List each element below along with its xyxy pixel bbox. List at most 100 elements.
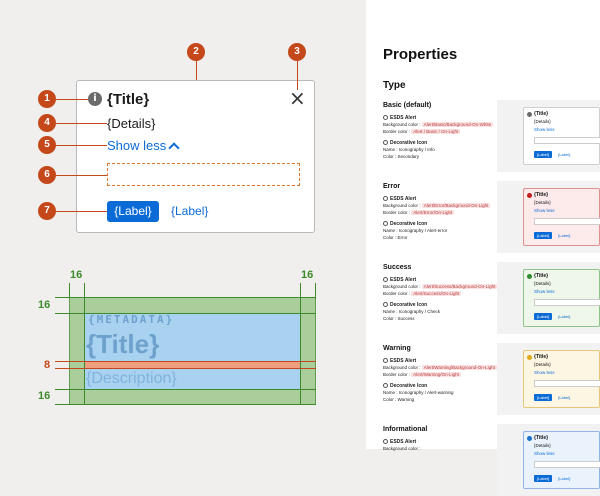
property-label: Border color : bbox=[383, 210, 411, 215]
alert-preview: {Title} {Details} Show less {Label} {Label} bbox=[523, 188, 600, 246]
property-label: Name : Iconography / Info bbox=[383, 147, 435, 152]
spacing-label-gap: 8 bbox=[44, 359, 51, 371]
marker-5: 5 bbox=[38, 136, 56, 154]
close-icon[interactable]: × bbox=[289, 88, 306, 108]
radio-icon bbox=[383, 358, 388, 364]
info-icon: i bbox=[88, 92, 102, 106]
property-label: Color : Error bbox=[383, 235, 408, 240]
alert-details: {Details} bbox=[107, 116, 156, 131]
marker-leader-3 bbox=[297, 60, 298, 90]
preview-secondary-button[interactable]: {Label} bbox=[558, 313, 570, 320]
property-label: Background color : bbox=[383, 284, 421, 289]
preview-slot bbox=[534, 218, 600, 225]
preview-slot bbox=[534, 380, 600, 387]
preview-primary-button[interactable]: {Label} bbox=[534, 232, 552, 239]
marker-7: 7 bbox=[38, 202, 56, 220]
properties-heading: Properties bbox=[383, 46, 458, 63]
preview-details: {Details} bbox=[534, 119, 551, 124]
property-line: Background color : Alert/Error/Backgroun… bbox=[383, 202, 491, 209]
preview-details: {Details} bbox=[534, 200, 551, 205]
preview-secondary-button[interactable]: {Label} bbox=[558, 475, 570, 482]
preview-primary-button[interactable]: {Label} bbox=[534, 394, 552, 401]
marker-1: 1 bbox=[38, 90, 56, 108]
token-badge: Alert/Success/Background-On-Light bbox=[421, 284, 498, 289]
property-line: Color : Error bbox=[383, 234, 408, 241]
property-label: Name : Iconography / Check bbox=[383, 309, 441, 314]
property-line: Name : Iconography / Check bbox=[383, 308, 440, 315]
preview-details: {Details} bbox=[534, 281, 551, 286]
radio-icon bbox=[383, 140, 388, 146]
token-badge: Alert/Error/On-Light bbox=[411, 210, 455, 215]
token-badge: Alert/Error/Background-On-Light bbox=[421, 203, 491, 208]
property-label: Background color : bbox=[383, 122, 421, 127]
property-line: Border color : Alert/Error/On-Light bbox=[383, 209, 455, 216]
property-line: Background color : Alert/Basic/Backgroun… bbox=[383, 121, 494, 128]
preview-slot bbox=[534, 461, 600, 468]
preview-show-less[interactable]: Show less bbox=[534, 289, 555, 294]
preview-primary-button[interactable]: {Label} bbox=[534, 151, 552, 158]
marker-leader-5 bbox=[56, 145, 107, 146]
spacing-label-top: 16 bbox=[38, 299, 51, 311]
preview-slot bbox=[534, 137, 600, 144]
guide-left-inner bbox=[84, 283, 85, 405]
status-icon bbox=[527, 436, 532, 441]
preview-show-less[interactable]: Show less bbox=[534, 451, 555, 456]
preview-details: {Details} bbox=[534, 443, 551, 448]
property-label: Color : Warning bbox=[383, 397, 415, 402]
property-label: Border color : bbox=[383, 129, 411, 134]
radio-icon bbox=[383, 383, 388, 389]
status-icon bbox=[527, 274, 532, 279]
token-badge: Alert / Basic / On-Light bbox=[411, 129, 461, 134]
radio-icon bbox=[383, 439, 388, 445]
property-label: Border color : bbox=[383, 372, 411, 377]
guide-gap-bottom bbox=[55, 368, 316, 369]
property-label: Name : Iconography / Alert-error bbox=[383, 228, 448, 233]
primary-button[interactable]: {Label} bbox=[107, 201, 159, 222]
preview-details: {Details} bbox=[534, 362, 551, 367]
radio-icon bbox=[383, 221, 388, 227]
marker-leader-2 bbox=[196, 60, 197, 80]
preview-title: {Title} bbox=[534, 435, 549, 441]
guide-bottom-inner bbox=[55, 389, 316, 390]
show-less-toggle[interactable]: Show less bbox=[107, 138, 180, 154]
secondary-button[interactable]: {Label} bbox=[171, 201, 208, 222]
radio-icon bbox=[383, 196, 388, 202]
section-heading: Basic (default) bbox=[383, 102, 432, 109]
token-badge: Alert/Warning/On-Light bbox=[411, 372, 461, 377]
section-heading: Error bbox=[383, 183, 401, 190]
show-less-label: Show less bbox=[107, 138, 167, 153]
property-line: Background color : Alert/Success/Backgro… bbox=[383, 283, 498, 290]
section-heading: Informational bbox=[383, 426, 428, 433]
preview-show-less[interactable]: Show less bbox=[534, 127, 555, 132]
preview-title: {Title} bbox=[534, 192, 549, 198]
preview-secondary-button[interactable]: {Label} bbox=[558, 394, 570, 401]
status-icon bbox=[527, 112, 532, 117]
alert-preview: {Title} {Details} Show less {Label} {Label} bbox=[523, 269, 600, 327]
preview-secondary-button[interactable]: {Label} bbox=[558, 232, 570, 239]
spacing-label-right: 16 bbox=[301, 269, 314, 281]
guide-gap-top bbox=[55, 361, 316, 362]
property-line: Border color : Alert/Success/On-Light bbox=[383, 290, 462, 297]
preview-show-less[interactable]: Show less bbox=[534, 208, 555, 213]
property-label: Background color : bbox=[383, 365, 421, 370]
preview-primary-button[interactable]: {Label} bbox=[534, 475, 552, 482]
section-heading: Warning bbox=[383, 345, 411, 352]
preview-secondary-button[interactable]: {Label} bbox=[558, 151, 570, 158]
marker-leader-1 bbox=[56, 99, 88, 100]
property-line: Background color : Alert/Warning/Backgro… bbox=[383, 364, 497, 371]
preview-show-less[interactable]: Show less bbox=[534, 370, 555, 375]
radio-icon bbox=[383, 302, 388, 308]
property-line: Border color : Alert / Basic / On-Light bbox=[383, 128, 461, 135]
radio-icon bbox=[383, 277, 388, 283]
section-heading: Success bbox=[383, 264, 412, 271]
alert-preview: {Title} {Details} Show less {Label} {Label} bbox=[523, 350, 600, 408]
property-line: Color : Secondary bbox=[383, 153, 419, 160]
property-label: Color : Secondary bbox=[383, 154, 420, 159]
preview-primary-button[interactable]: {Label} bbox=[534, 313, 552, 320]
property-line: Name : Iconography / Alert-error bbox=[383, 227, 447, 234]
token-badge: Alert/Basic/Background-On-White bbox=[421, 122, 494, 127]
marker-4: 4 bbox=[38, 114, 56, 132]
marker-2: 2 bbox=[187, 43, 205, 61]
guide-top-outer bbox=[55, 297, 316, 298]
guide-top-inner bbox=[55, 313, 316, 314]
